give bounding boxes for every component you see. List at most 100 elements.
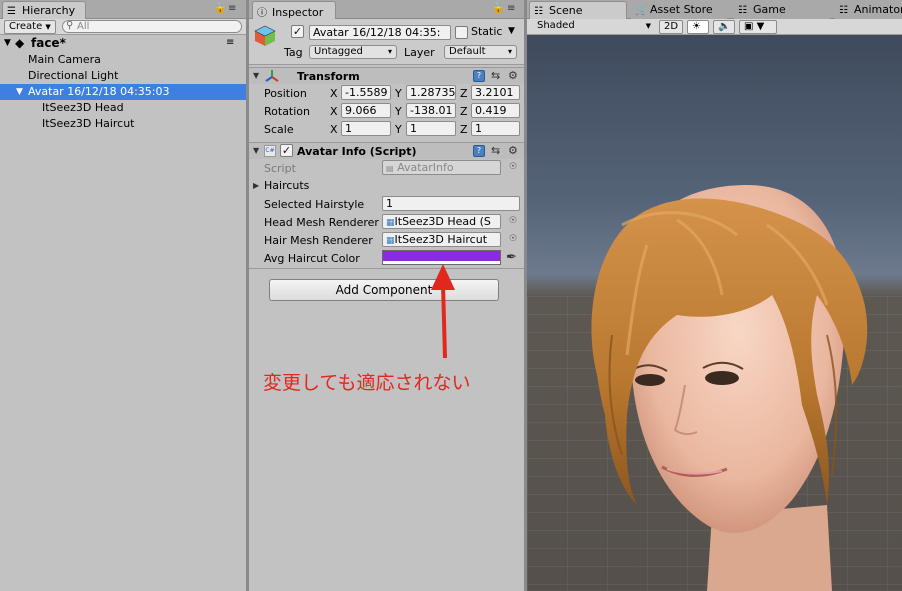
hair-mesh-label: Hair Mesh Renderer: [264, 234, 373, 247]
selected-hairstyle-field[interactable]: 1: [382, 196, 520, 211]
static-checkbox[interactable]: [455, 26, 468, 39]
gamepad-icon: ☷: [738, 5, 747, 16]
rotation-y-field[interactable]: -138.01: [406, 103, 456, 118]
updown-arrow-icon: ▾: [507, 47, 512, 56]
help-book-icon[interactable]: ?: [473, 145, 485, 157]
script-file-icon: ▤: [386, 164, 394, 173]
avatar-head-model: [591, 185, 868, 591]
head-mesh-label: Head Mesh Renderer: [264, 216, 379, 229]
eyedropper-icon[interactable]: ✒: [506, 250, 517, 265]
transform-title: Transform: [297, 70, 360, 83]
2d-toggle[interactable]: 2D: [659, 20, 683, 34]
object-picker-icon[interactable]: ☉: [509, 234, 517, 244]
list-item[interactable]: Directional Light: [0, 68, 246, 84]
position-z-field[interactable]: 3.2101: [471, 85, 520, 100]
scene-menu-icon[interactable]: ≡: [226, 35, 234, 51]
lighting-toggle[interactable]: ☀: [687, 20, 709, 34]
audio-toggle[interactable]: 🔈: [713, 20, 735, 34]
create-button[interactable]: Create ▼: [4, 20, 56, 34]
scene-viewport[interactable]: [527, 35, 902, 591]
haircuts-foldout[interactable]: ▶ Haircuts: [249, 178, 519, 194]
annotation-text: 変更しても適応されない: [263, 372, 471, 394]
layer-dropdown[interactable]: Default ▾: [444, 45, 517, 59]
gameobject-cube-icon: [254, 25, 276, 46]
effects-dropdown[interactable]: ▣ ▼: [739, 20, 777, 34]
foldout-arrow-icon: ▶: [253, 181, 260, 190]
hierarchy-panel: ☰ Hierarchy 🔒 ≡ Create ▼ ⚲ All ▼ ◆ face* …: [0, 0, 246, 591]
object-header: ✓ Avatar 16/12/18 04:35: Static ▼ Tag Un…: [249, 19, 524, 65]
dropdown-arrow-icon: ▼: [45, 23, 51, 31]
scale-y-field[interactable]: 1: [406, 121, 456, 136]
inspector-tabbar: ⓘ Inspector 🔒 ≡: [249, 0, 524, 19]
object-picker-icon[interactable]: ☉: [509, 216, 517, 226]
object-picker-icon[interactable]: ☉: [509, 162, 517, 172]
list-item-selected[interactable]: ▼ Avatar 16/12/18 04:35:03: [0, 84, 246, 100]
updown-arrow-icon: ▾: [387, 47, 392, 56]
avg-haircut-color-label: Avg Haircut Color: [264, 252, 360, 265]
scale-x-field[interactable]: 1: [341, 121, 391, 136]
object-name-field[interactable]: Avatar 16/12/18 04:35:: [309, 25, 451, 40]
animator-icon: ☷: [839, 5, 848, 16]
gear-icon[interactable]: ⚙: [508, 69, 518, 82]
transform-axes-icon: [265, 70, 279, 82]
static-dropdown-icon[interactable]: ▼: [508, 26, 515, 36]
avatar-info-title: Avatar Info (Script): [297, 145, 417, 158]
avatar-info-header[interactable]: ▼ C# ✓ Avatar Info (Script) ? ⇆ ⚙: [249, 142, 524, 159]
static-label: Static: [471, 25, 503, 38]
divider: [249, 268, 524, 269]
search-input[interactable]: ⚲ All: [62, 20, 242, 33]
menu-icon[interactable]: ≡: [228, 3, 236, 14]
tab-inspector[interactable]: ⓘ Inspector: [252, 1, 336, 19]
scene-tabbar: ☷ Scene 🛒 Asset Store ☷ Game ☷ Animator: [527, 0, 902, 19]
position-y-field[interactable]: 1.28735: [406, 85, 456, 100]
scene-root-row[interactable]: ▼ ◆ face* ≡: [0, 35, 246, 51]
tag-label: Tag: [284, 46, 303, 59]
preset-icon[interactable]: ⇆: [491, 69, 500, 82]
help-book-icon[interactable]: ?: [473, 70, 485, 82]
active-checkbox[interactable]: ✓: [291, 25, 304, 38]
hierarchy-tabbar: ☰ Hierarchy 🔒 ≡: [0, 0, 246, 19]
script-field: ▤ AvatarInfo: [382, 160, 501, 175]
search-icon: ⚲: [66, 20, 74, 31]
fold-arrow-icon: ▼: [253, 71, 260, 80]
expand-arrow-icon: ▼: [16, 87, 23, 97]
menu-icon[interactable]: ≡: [507, 3, 515, 14]
lock-icon[interactable]: 🔒: [214, 3, 226, 14]
transform-header[interactable]: ▼ Transform ? ⇆ ⚙: [249, 67, 524, 84]
selected-hairstyle-label: Selected Hairstyle: [264, 198, 365, 211]
shading-mode-dropdown[interactable]: Shaded ▼: [533, 20, 653, 34]
list-item[interactable]: Main Camera: [0, 52, 246, 68]
tab-scene[interactable]: ☷ Scene: [529, 1, 627, 19]
position-x-field[interactable]: -1.5589: [341, 85, 391, 100]
tab-asset-store[interactable]: 🛒 Asset Store: [631, 1, 727, 19]
info-icon: ⓘ: [257, 8, 267, 19]
tab-animator[interactable]: ☷ Animator: [835, 1, 902, 19]
tab-game[interactable]: ☷ Game: [734, 1, 830, 19]
list-item[interactable]: ItSeez3D Head: [0, 100, 246, 116]
layer-label: Layer: [404, 46, 435, 59]
tag-dropdown[interactable]: Untagged ▾: [309, 45, 397, 59]
hair-mesh-field[interactable]: ▦ItSeez3D Haircut: [382, 232, 501, 247]
rotation-x-field[interactable]: 9.066: [341, 103, 391, 118]
mesh-renderer-icon: ▦: [386, 218, 395, 228]
tab-hierarchy[interactable]: ☰ Hierarchy: [2, 1, 86, 19]
add-component-button[interactable]: Add Component: [269, 279, 499, 301]
hierarchy-toolbar: Create ▼ ⚲ All: [0, 19, 246, 35]
component-enabled-checkbox[interactable]: ✓: [280, 144, 293, 157]
preset-icon[interactable]: ⇆: [491, 144, 500, 157]
script-file-icon: C#: [264, 145, 276, 157]
dropdown-arrow-icon: ▼: [645, 22, 651, 30]
store-icon: 🛒: [635, 5, 648, 16]
gear-icon[interactable]: ⚙: [508, 144, 518, 157]
scale-z-field[interactable]: 1: [471, 121, 520, 136]
fold-arrow-icon: ▼: [253, 146, 260, 155]
script-label: Script: [264, 162, 296, 175]
head-mesh-field[interactable]: ▦ItSeez3D Head (S: [382, 214, 501, 229]
expand-arrow-icon: ▼: [4, 38, 11, 48]
scene-panel: ☷ Scene 🛒 Asset Store ☷ Game ☷ Animator Shad…: [527, 0, 902, 591]
rotation-z-field[interactable]: 0.419: [471, 103, 520, 118]
lock-icon[interactable]: 🔒: [492, 3, 504, 14]
list-item[interactable]: ItSeez3D Haircut: [0, 116, 246, 132]
unity-scene-icon: ◆: [15, 36, 25, 50]
scene-toolbar: Shaded ▼ 2D ☀ 🔈 ▣ ▼: [527, 19, 902, 35]
